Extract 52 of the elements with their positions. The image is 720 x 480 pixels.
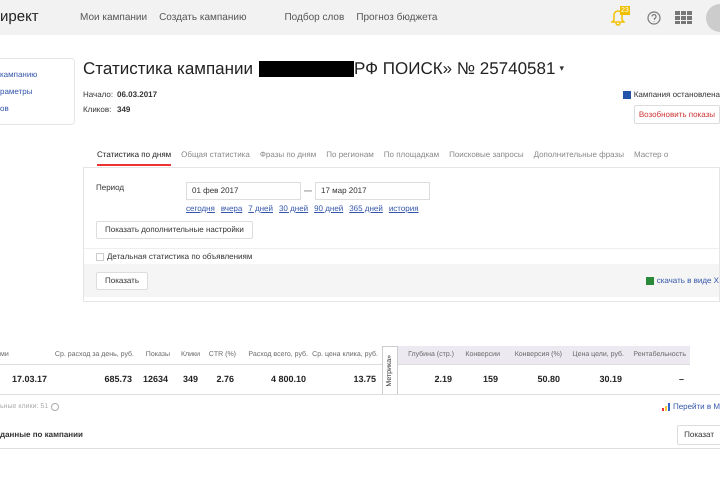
bar-chart-icon — [662, 403, 670, 411]
info-value: 349 — [117, 104, 130, 116]
page-title: Статистика кампании — [83, 58, 253, 80]
period-link[interactable]: 365 дней — [349, 203, 383, 215]
section-show-button[interactable]: Показат — [677, 424, 720, 444]
show-button[interactable]: Показать — [96, 272, 148, 290]
download-link[interactable]: скачать в виде Х — [656, 274, 719, 286]
sidebar-link[interactable]: раметры — [0, 86, 74, 98]
resume-button[interactable]: Возобновить показы — [634, 105, 720, 124]
tab[interactable]: По регионам — [326, 149, 374, 166]
status-text: Кампания остановлена — [634, 89, 720, 101]
table-cell: – — [628, 364, 690, 394]
caret-icon[interactable]: ▾ — [559, 62, 564, 76]
tab[interactable]: Фразы по дням — [260, 149, 316, 166]
date-dash: — — [304, 185, 312, 197]
info-label: Кликов: — [83, 104, 112, 116]
period-link[interactable]: сегодня — [186, 203, 215, 215]
period-label: Период — [96, 182, 126, 194]
nav-link[interactable]: Подбор слов — [284, 10, 344, 25]
section-title: данные по кампании — [0, 428, 83, 440]
metrika-link[interactable]: Перейти в М — [672, 401, 720, 413]
period-link[interactable]: 90 дней — [314, 203, 344, 215]
avatar[interactable] — [706, 4, 720, 32]
info-value: 06.03.2017 — [117, 89, 158, 101]
checkbox-label: Детальная статистика по объявлениям — [107, 250, 252, 262]
period-link[interactable]: 30 дней — [278, 203, 308, 215]
tab[interactable]: Статистика по дням — [97, 149, 172, 166]
sidebar-link[interactable]: кампанию — [0, 69, 74, 81]
more-settings-button[interactable]: Показать дополнительные настройки — [96, 221, 253, 239]
checkbox[interactable] — [96, 252, 104, 260]
sidebar-link[interactable]: ов — [0, 103, 74, 115]
table-cell: 2.19 — [398, 364, 458, 394]
nav-link[interactable]: Мои кампании — [80, 10, 148, 25]
period-link[interactable]: история — [388, 203, 419, 215]
nav-link[interactable]: Создать кампанию — [159, 10, 246, 25]
table-cell: 159 — [458, 364, 504, 394]
date-to-field[interactable]: 17 мар 2017 — [315, 182, 430, 200]
period-link[interactable]: вчера — [220, 203, 242, 215]
apps-grid-icon[interactable] — [675, 11, 692, 24]
date-from-field[interactable]: 01 фев 2017 — [186, 182, 301, 200]
nav-link[interactable]: Прогноз бюджета — [356, 10, 438, 25]
tab[interactable]: По площадкам — [384, 149, 440, 166]
tab[interactable]: Поисковые запросы — [449, 149, 524, 166]
table-cell: 50.80 — [504, 364, 566, 394]
period-link[interactable]: 7 дней — [248, 203, 273, 215]
info-label: Начало: — [83, 89, 114, 101]
table-cell: 30.19 — [566, 364, 628, 394]
tab[interactable]: Общая статистика — [181, 149, 250, 166]
tab[interactable]: Мастер о — [634, 149, 668, 166]
logo[interactable]: ирект — [0, 6, 80, 29]
tab[interactable]: Дополнительные фразы — [534, 149, 624, 166]
page-title: РФ ПОИСК» № 25740581 — [354, 58, 556, 80]
